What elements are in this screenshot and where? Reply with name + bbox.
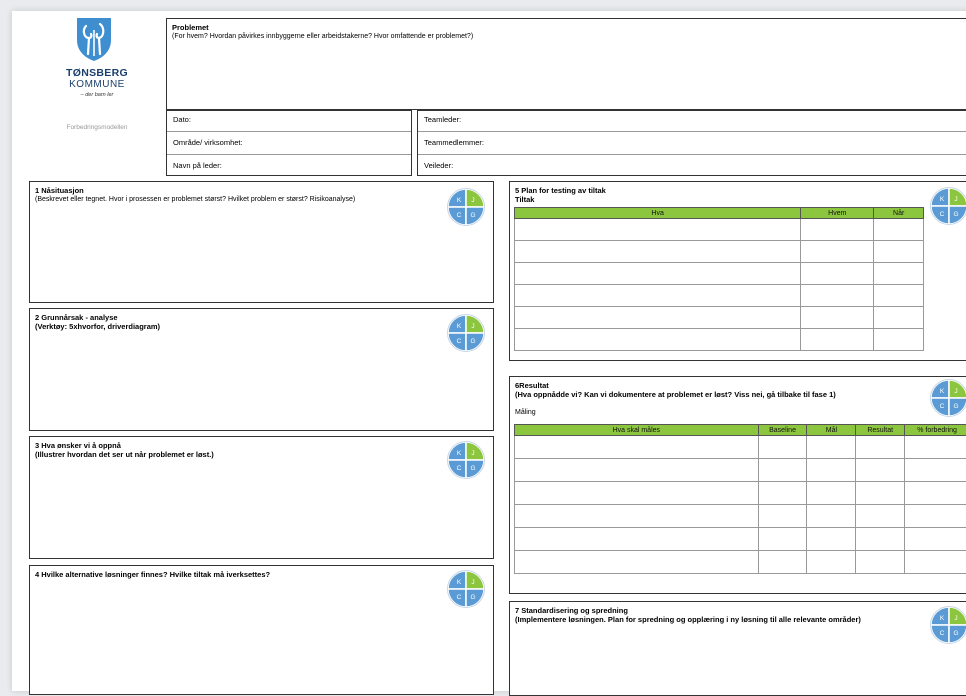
guide-label: Veileder:: [424, 161, 453, 170]
kommune-logo: [74, 16, 114, 62]
table-row: [515, 241, 924, 263]
kcg-letter: C: [457, 338, 462, 345]
column-header-hva: Hva: [515, 208, 801, 219]
section-3-box: 3 Hva ønsker vi å oppnå (Illustrer hvord…: [29, 436, 494, 559]
kcg-letter: G: [470, 465, 475, 472]
kcg-letter: G: [470, 212, 475, 219]
maling-table: Hva skal måles Baseline Mål Resultat % f…: [514, 424, 966, 574]
kcg-quadrant: [466, 442, 484, 460]
problem-title: Problemet: [172, 23, 966, 32]
section-2-box: 2 Grunnårsak - analyse (Verktøy: 5xhvorf…: [29, 308, 494, 431]
column-header-what-measured: Hva skal måles: [515, 425, 759, 436]
kcg-letter: C: [457, 465, 462, 472]
section-5-title: 5 Plan for testing av tiltak: [515, 186, 966, 195]
kcg-letter: K: [940, 615, 945, 622]
model-label: Forbedringsmodellen: [42, 124, 152, 131]
kcg-letter: J: [954, 196, 957, 203]
kcg-icon: K J C G: [446, 313, 486, 353]
column-header-hvem: Hvem: [801, 208, 874, 219]
logo-tagline: – der barn ler: [52, 92, 142, 98]
kcg-letter: K: [457, 579, 462, 586]
table-row: [515, 307, 924, 329]
table-row: [515, 482, 966, 505]
kcg-letter: J: [954, 388, 957, 395]
kcg-letter: C: [457, 212, 462, 219]
kcg-letter: J: [471, 323, 474, 330]
table-row: [515, 505, 966, 528]
kcg-letter: C: [940, 403, 945, 410]
kcg-letter: G: [470, 338, 475, 345]
problem-subtitle: (For hvem? Hvordan påvirkes innbyggerne …: [172, 32, 966, 41]
section-6-subtitle: (Hva oppnådde vi? Kan vi dokumentere at …: [515, 390, 966, 399]
table-row: [515, 528, 966, 551]
kcg-icon: K J C G: [929, 186, 966, 226]
column-header-nar: Når: [874, 208, 924, 219]
kcg-letter: J: [471, 579, 474, 586]
table-row: [515, 329, 924, 351]
info-box-left: Dato: Område/ virksomhet: Navn på leder:: [166, 110, 412, 176]
kcg-letter: K: [457, 323, 462, 330]
section-1-subtitle: (Beskrevet eller tegnet. Hvor i prosesse…: [35, 195, 488, 204]
table-row: [515, 551, 966, 574]
coat-of-arms-icon: [74, 16, 114, 62]
kcg-letter: G: [953, 630, 958, 637]
problem-box: Problemet (For hvem? Hvordan påvirkes in…: [166, 18, 966, 110]
section-6-label: Måling: [515, 408, 966, 417]
section-7-subtitle: (Implementere løsningen. Plan for spredn…: [515, 615, 966, 624]
logo-name-line1: TØNSBERG: [52, 67, 142, 79]
kcg-quadrant: [466, 315, 484, 333]
section-5-subtitle: Tiltak: [515, 195, 966, 204]
table-row: [515, 436, 966, 459]
kcg-letter: G: [470, 594, 475, 601]
kcg-letter: J: [471, 197, 474, 204]
info-box-right: Teamleder: Teammedlemmer: Veileder:: [417, 110, 966, 176]
kcg-icon: K J C G: [446, 569, 486, 609]
section-1-title: 1 Nåsituasjon: [35, 186, 488, 195]
teamleader-label: Teamleder:: [424, 115, 461, 124]
section-3-title: 3 Hva ønsker vi å oppnå: [35, 441, 488, 450]
section-2-title: 2 Grunnårsak - analyse: [35, 313, 488, 322]
kcg-quadrant: [466, 189, 484, 207]
section-7-box: 7 Standardisering og spredning (Implemen…: [509, 601, 966, 696]
table-row: [515, 219, 924, 241]
document-sheet: TØNSBERG KOMMUNE – der barn ler Forbedri…: [12, 11, 966, 691]
leader-label: Navn på leder:: [173, 161, 222, 170]
column-header-improvement: % forbedring: [905, 425, 966, 436]
kcg-letter: C: [457, 594, 462, 601]
members-label: Teammedlemmer:: [424, 138, 484, 147]
kcg-letter: J: [471, 450, 474, 457]
column-header-result: Resultat: [856, 425, 905, 436]
area-label: Område/ virksomhet:: [173, 138, 243, 147]
kcg-letter: G: [953, 403, 958, 410]
section-6-title: 6Resultat: [515, 381, 966, 390]
kcg-icon: K J C G: [929, 605, 966, 645]
kcg-letter: K: [457, 450, 462, 457]
table-row: [515, 285, 924, 307]
kcg-letter: C: [940, 211, 945, 218]
kcg-letter: K: [940, 196, 945, 203]
column-header-goal: Mål: [807, 425, 856, 436]
kcg-letter: G: [953, 211, 958, 218]
kcg-letter: K: [940, 388, 945, 395]
table-row: [515, 263, 924, 285]
kcg-letter: C: [940, 630, 945, 637]
kcg-letter: K: [457, 197, 462, 204]
table-row: [515, 459, 966, 482]
section-2-subtitle: (Verktøy: 5xhvorfor, driverdiagram): [35, 322, 488, 331]
section-4-box: 4 Hvilke alternative løsninger finnes? H…: [29, 565, 494, 695]
section-7-title: 7 Standardisering og spredning: [515, 606, 966, 615]
logo-name-line2: KOMMUNE: [52, 79, 142, 90]
kcg-icon: K J C G: [929, 378, 966, 418]
section-3-subtitle: (Illustrer hvordan det ser ut når proble…: [35, 450, 488, 459]
kcg-quadrant: [466, 571, 484, 589]
kcg-icon: K J C G: [446, 440, 486, 480]
kcg-letter: J: [954, 615, 957, 622]
section-4-title: 4 Hvilke alternative løsninger finnes? H…: [35, 570, 488, 579]
section-1-box: 1 Nåsituasjon (Beskrevet eller tegnet. H…: [29, 181, 494, 303]
kcg-icon: K J C G: [446, 187, 486, 227]
tiltak-table: Hva Hvem Når: [514, 207, 924, 351]
column-header-baseline: Baseline: [758, 425, 807, 436]
date-label: Dato:: [173, 115, 191, 124]
